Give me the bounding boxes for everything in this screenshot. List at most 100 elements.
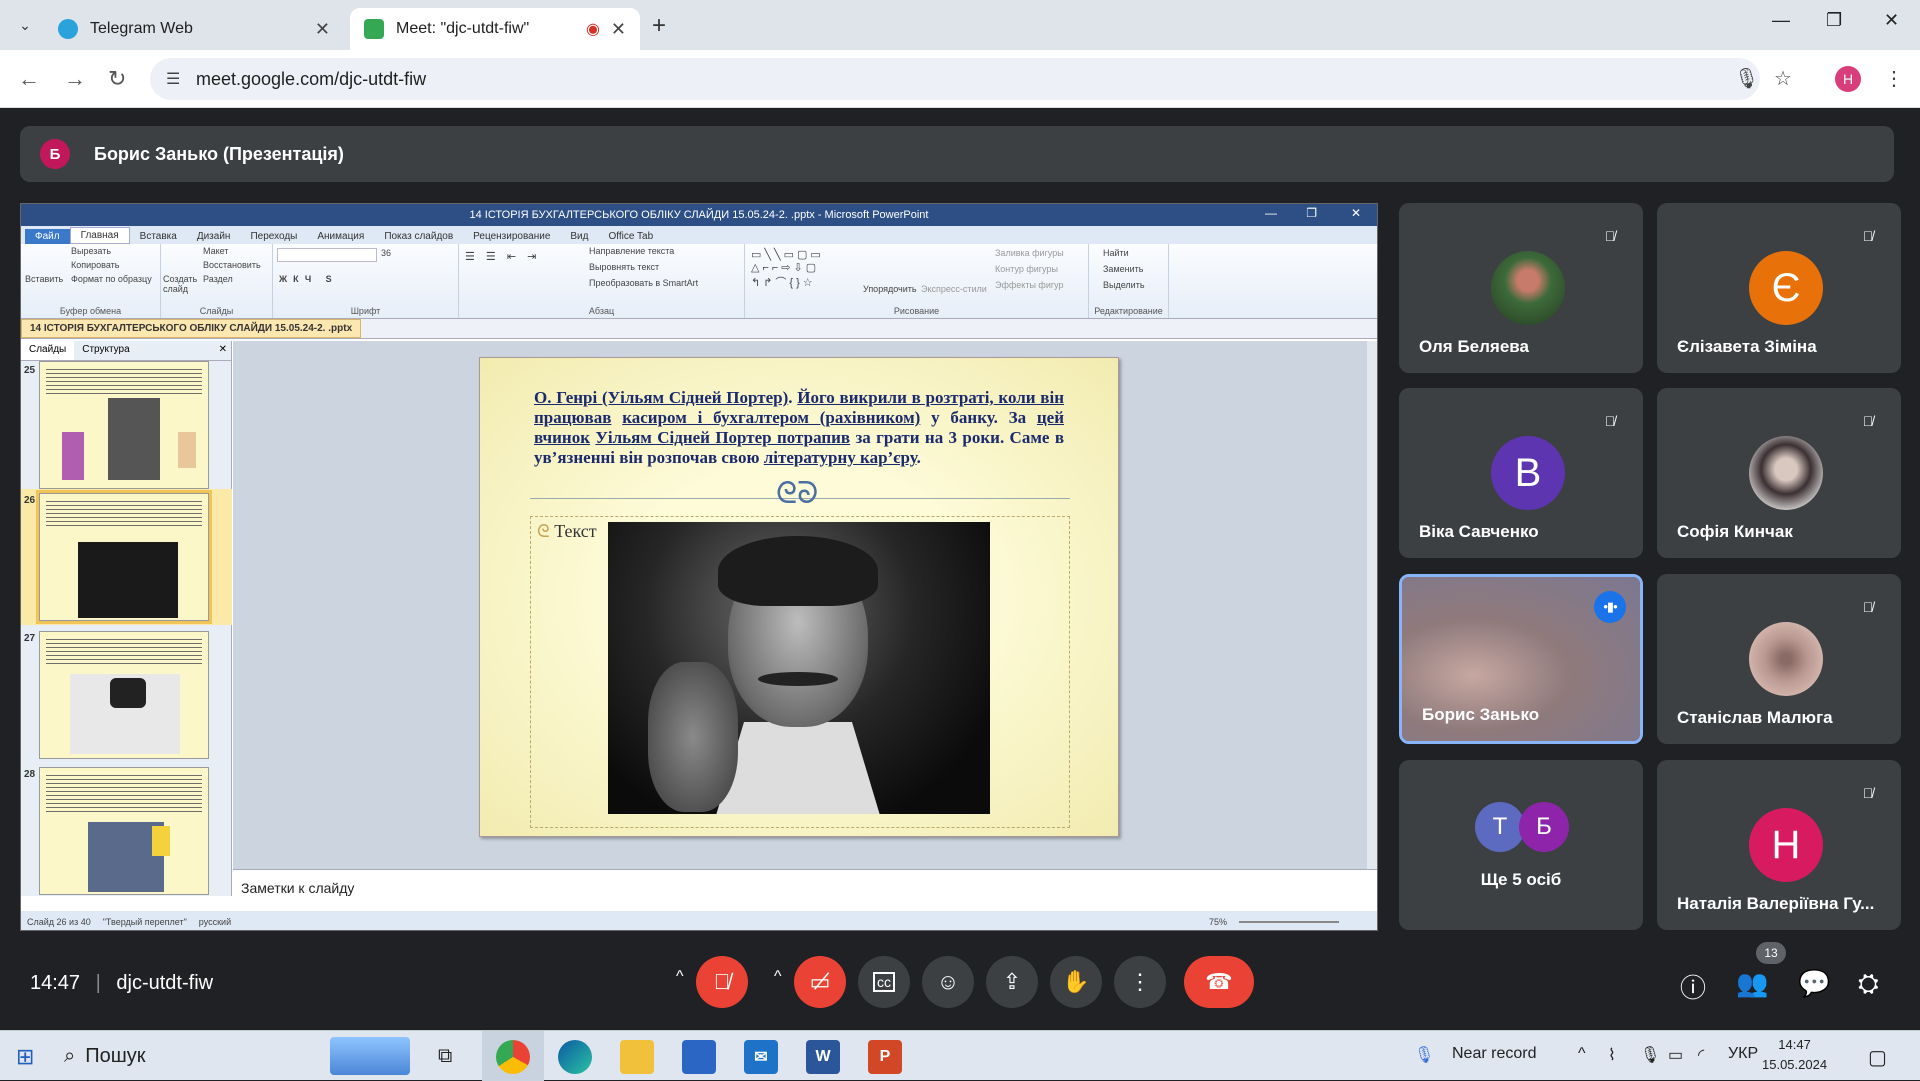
pp-group-slides: Создать слайд Макет Восстановить Раздел … xyxy=(161,244,273,318)
participant-tile[interactable]: В 🎙̸ Віка Савченко xyxy=(1399,388,1643,558)
pp-tab-file: Файл xyxy=(25,229,70,244)
activities-icon[interactable]: ⛭ xyxy=(1858,968,1879,1000)
task-view-icon[interactable]: ⧉ xyxy=(438,1045,452,1068)
network-icon[interactable]: ⌇ xyxy=(1608,1045,1616,1065)
chat-icon[interactable]: 💬 xyxy=(1798,968,1830,999)
participant-tile[interactable]: Є 🎙̸ Єлізавета Зіміна xyxy=(1657,203,1901,373)
edge-icon[interactable] xyxy=(558,1040,592,1074)
close-window-icon[interactable]: ✕ xyxy=(1884,10,1899,31)
pp-group-drawing: ▭╲╲▭▢▭ △⌐⌐⇨⇩▢ ↰↱⌒{}☆ Упорядочить Экспресс-… xyxy=(745,244,1089,318)
tab-telegram[interactable]: Telegram Web ✕ xyxy=(44,8,344,50)
address-bar[interactable]: ☰ meet.google.com/djc-utdt-fiw xyxy=(150,58,1760,100)
taskbar-clock[interactable]: 14:47 15.05.2024 xyxy=(1762,1035,1827,1075)
microphone-icon[interactable]: 🎙 xyxy=(1734,66,1759,91)
profile-avatar[interactable]: H xyxy=(1835,66,1861,92)
pp-group-label: Рисование xyxy=(893,306,940,316)
participant-avatar: Є xyxy=(1749,251,1823,325)
bookmark-star-icon[interactable]: ☆ xyxy=(1774,66,1792,91)
mail-icon[interactable]: ✉ xyxy=(744,1040,778,1074)
browser-toolbar: ← → ↻ ☰ meet.google.com/djc-utdt-fiw 🎙 ☆… xyxy=(0,50,1920,108)
pp-align-text: Выровнять текст xyxy=(589,262,660,272)
pp-fill-label: Заливка фигуры xyxy=(995,248,1064,258)
pp-document-tab: 14 ІСТОРІЯ БУХГАЛТЕРСЬКОГО ОБЛІКУ СЛАЙДИ… xyxy=(21,319,362,338)
people-icon[interactable]: 👥 xyxy=(1736,968,1768,999)
participant-tile[interactable]: 🎙̸ Софія Кинчак xyxy=(1657,388,1901,558)
wifi-icon[interactable]: ◜ xyxy=(1698,1045,1704,1065)
search-icon: ⌕ xyxy=(64,1044,76,1067)
video-options-chevron-icon[interactable]: ^ xyxy=(774,968,782,986)
pp-group-editing: Найти Заменить Выделить Редактирование xyxy=(1089,244,1169,318)
pp-group-label: Буфер обмена xyxy=(59,306,122,316)
windows-start-icon[interactable]: ⊞ xyxy=(16,1044,34,1070)
audio-options-chevron-icon[interactable]: ^ xyxy=(676,968,684,986)
close-tab-icon[interactable]: ✕ xyxy=(611,19,626,40)
slide-thumbnail xyxy=(39,767,209,895)
pp-tab: Рецензирование xyxy=(473,231,551,242)
pp-group-label: Шрифт xyxy=(350,306,381,316)
close-tab-icon[interactable]: ✕ xyxy=(315,19,330,40)
pp-group-label: Слайды xyxy=(199,306,234,316)
reactions-button[interactable]: ☺ xyxy=(922,956,974,1008)
battery-icon[interactable]: ▭ xyxy=(1668,1045,1683,1065)
thumb-number: 26 xyxy=(24,495,36,506)
meeting-info-icon[interactable]: ⓘ xyxy=(1680,968,1706,1005)
thumb-number: 25 xyxy=(24,365,36,376)
participant-tile[interactable]: Н 🎙̸ Наталія Валеріївна Гу... xyxy=(1657,760,1901,930)
participant-avatar: Т xyxy=(1475,802,1525,852)
new-tab-button[interactable]: + xyxy=(652,12,666,40)
mic-tray-icon[interactable]: 🎙 xyxy=(1640,1045,1660,1065)
browser-menu-icon[interactable]: ⋮ xyxy=(1884,66,1904,91)
taskbar-time: 14:47 xyxy=(1778,1037,1811,1052)
forward-icon[interactable]: → xyxy=(64,66,86,92)
word-icon[interactable]: W xyxy=(806,1040,840,1074)
reload-icon[interactable]: ↻ xyxy=(108,66,126,92)
chrome-icon[interactable] xyxy=(496,1040,530,1074)
powerpoint-icon[interactable]: P xyxy=(868,1040,902,1074)
participant-tile[interactable]: 🎙̸ Оля Беляева xyxy=(1399,203,1643,373)
mic-off-icon: 🎙̸ xyxy=(1862,413,1874,429)
present-button[interactable]: ⇪ xyxy=(986,956,1038,1008)
camera-toggle-button[interactable]: ▭̸ xyxy=(794,956,846,1008)
slide-text-run: касиром і бухгалтером (рахівником) xyxy=(622,408,921,427)
recording-icon: ◉ xyxy=(586,21,600,38)
tray-chevron-icon[interactable]: ^ xyxy=(1578,1045,1586,1063)
taskbar-search[interactable]: ⌕ Пошук xyxy=(64,1039,344,1073)
notifications-icon[interactable]: ▢ xyxy=(1868,1045,1887,1070)
minimize-icon[interactable]: — xyxy=(1772,10,1790,31)
pp-replace-label: Заменить xyxy=(1103,264,1144,274)
more-options-button[interactable]: ⋮ xyxy=(1114,956,1166,1008)
pp-group-paragraph: Направление текста Выровнять текст Преоб… xyxy=(459,244,745,318)
more-participants-tile[interactable]: Т Б Ще 5 осіб xyxy=(1399,760,1643,930)
slide-thumbnail-current xyxy=(36,490,212,624)
mic-off-icon: 🎙̸ xyxy=(1862,785,1874,801)
pp-pane-tabs: Слайды Структура ✕ xyxy=(21,341,231,361)
participant-tile-active-speaker[interactable]: •▮• Борис Занько xyxy=(1399,574,1643,744)
pp-paste-label: Вставить xyxy=(25,274,64,284)
participant-tile[interactable]: 🎙̸ Станіслав Малюга xyxy=(1657,574,1901,744)
mic-off-icon: 🎙̸ xyxy=(1604,413,1616,429)
recorder-icon[interactable]: 🎙 xyxy=(1414,1045,1434,1065)
pp-effects-label: Эффекты фигур xyxy=(995,280,1064,290)
mic-toggle-button[interactable]: 🎙̸ xyxy=(696,956,748,1008)
pp-smartart: Преобразовать в SmartArt xyxy=(589,278,699,288)
pp-group-font: 36 ЖКЧ S Шрифт xyxy=(273,244,459,318)
restore-icon[interactable]: ❐ xyxy=(1826,10,1842,31)
placeholder-text: ᘓ Текст xyxy=(537,521,597,542)
language-indicator[interactable]: УКР xyxy=(1728,1045,1758,1063)
file-explorer-icon[interactable] xyxy=(620,1040,654,1074)
slide-text-run: Уільям Сідней Портер потрапив xyxy=(595,428,851,447)
back-icon[interactable]: ← xyxy=(18,66,40,92)
leave-call-button[interactable]: ☎ xyxy=(1184,956,1254,1008)
captions-button[interactable]: cc xyxy=(858,956,910,1008)
present-screen-icon: ⇪ xyxy=(1002,969,1022,994)
tab-search-chevron-icon[interactable]: ⌄ xyxy=(14,14,36,36)
telegram-icon xyxy=(58,19,78,39)
pp-slide-canvas: О. Генрі (Уільям Сідней Портер). Його ви… xyxy=(233,341,1377,869)
mic-off-icon: 🎙̸ xyxy=(1862,599,1874,615)
raise-hand-button[interactable]: ✋ xyxy=(1050,956,1102,1008)
meet-stage: Б Борис Занько (Презентація) 14 ІСТОРІЯ … xyxy=(0,108,1920,1030)
site-info-icon[interactable]: ☰ xyxy=(166,69,180,89)
tab-meet[interactable]: Meet: "djc-utdt-fiw" ◉ ✕ xyxy=(350,8,640,50)
pp-select-label: Выделить xyxy=(1103,280,1145,290)
store-icon[interactable] xyxy=(682,1040,716,1074)
